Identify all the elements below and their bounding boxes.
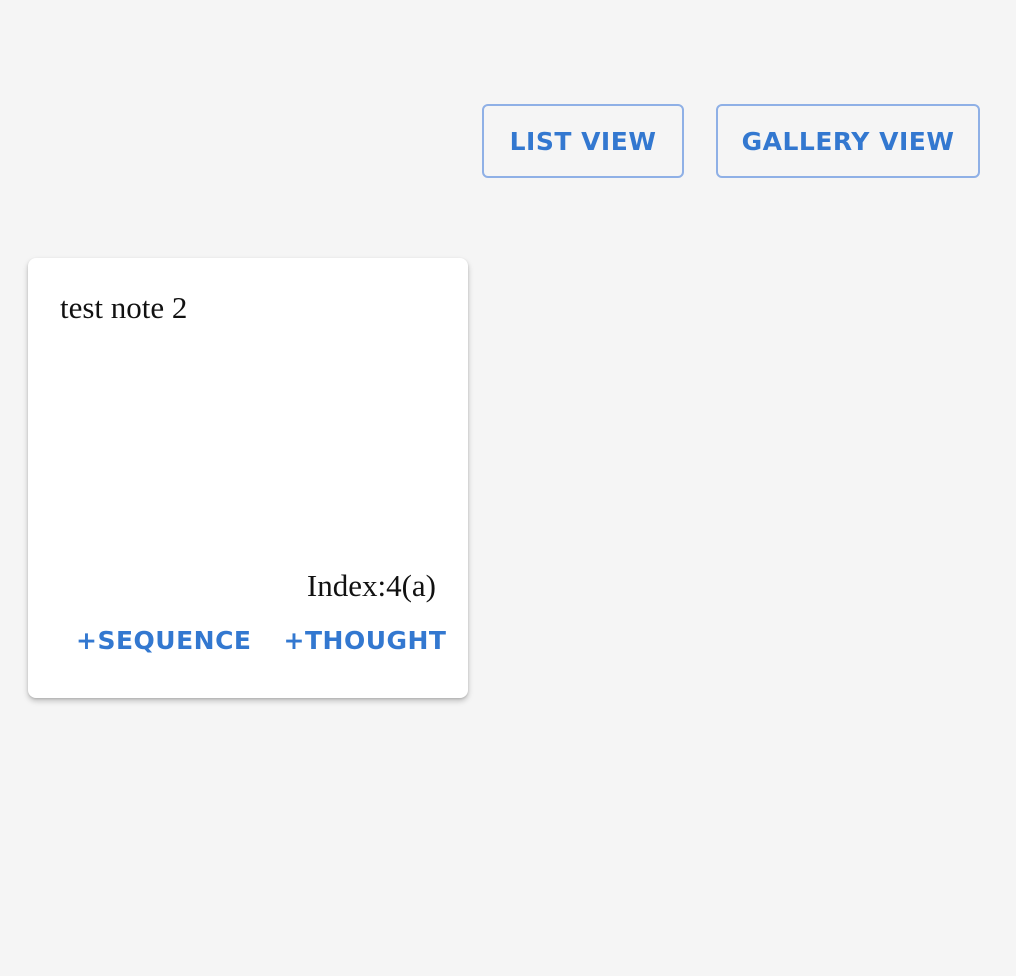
note-index: Index:4(a) <box>306 568 436 603</box>
note-title: test note 2 <box>60 290 188 325</box>
card-actions: +SEQUENCE +THOUGHT <box>76 626 447 655</box>
gallery-view-button[interactable]: GALLERY VIEW <box>716 104 980 178</box>
view-toggle: LIST VIEW GALLERY VIEW <box>482 104 980 178</box>
list-view-button[interactable]: LIST VIEW <box>482 104 684 178</box>
add-thought-button[interactable]: +THOUGHT <box>284 626 447 655</box>
add-sequence-button[interactable]: +SEQUENCE <box>76 626 252 655</box>
note-card[interactable]: test note 2 Index:4(a) +SEQUENCE +THOUGH… <box>28 258 468 698</box>
